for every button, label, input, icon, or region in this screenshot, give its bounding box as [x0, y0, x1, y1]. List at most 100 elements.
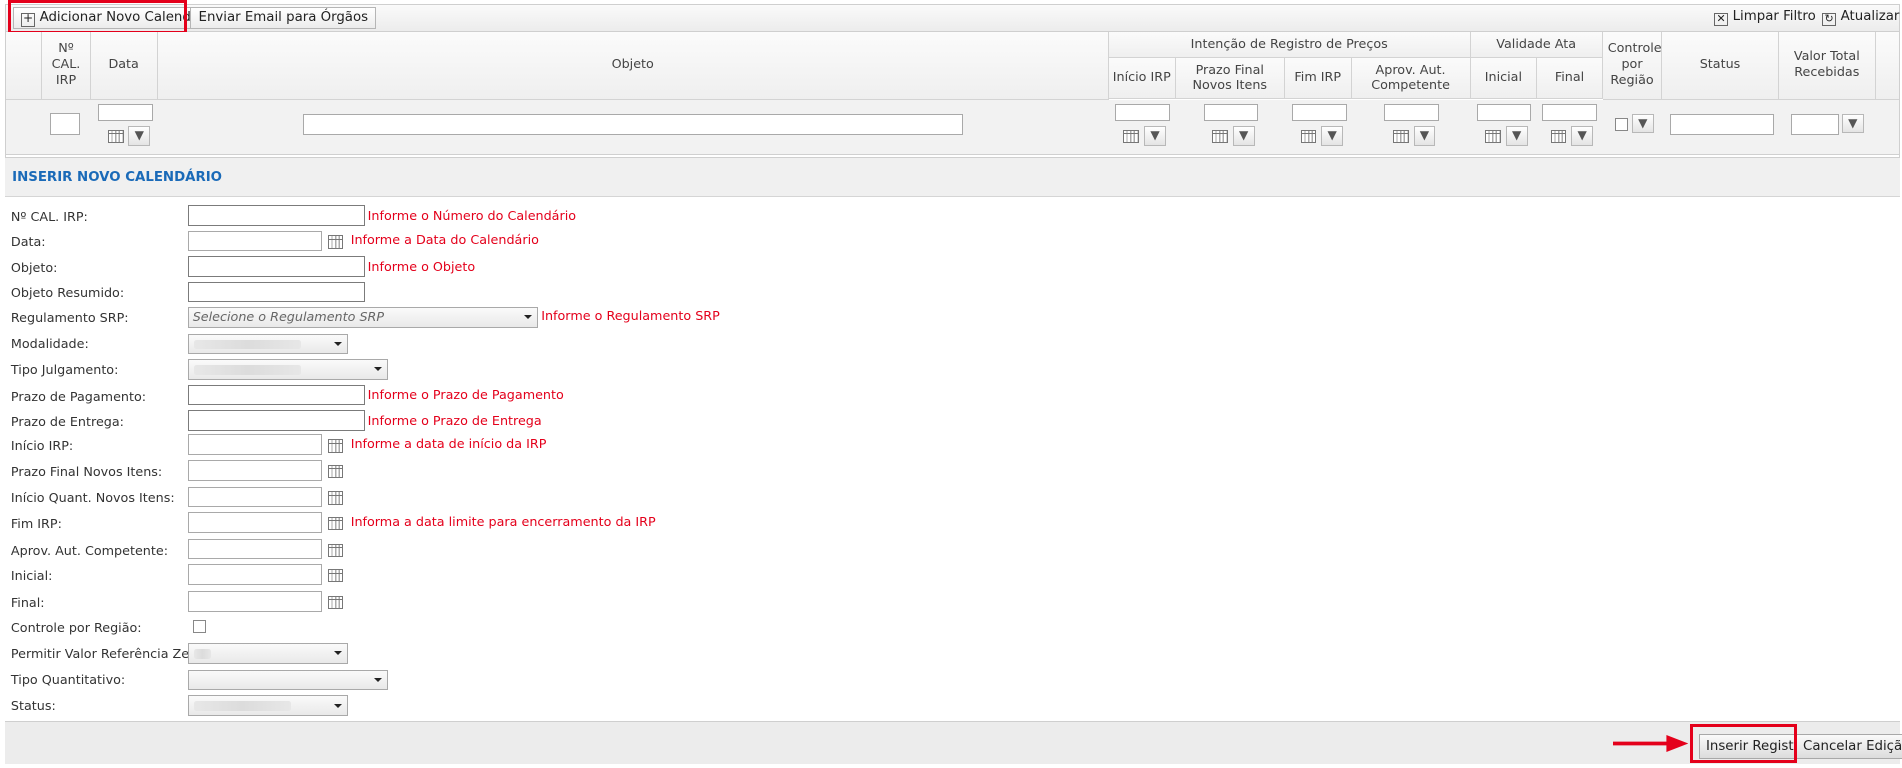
inicial-input[interactable]: [188, 564, 322, 585]
calendar-icon[interactable]: [327, 543, 344, 557]
num-cal-input[interactable]: [188, 205, 366, 226]
label-prazo-entrega: Prazo de Entrega:: [10, 415, 124, 430]
calendar-icon[interactable]: [107, 129, 124, 144]
filter-icon[interactable]: ▼: [1144, 126, 1166, 146]
calendar-icon[interactable]: [1212, 129, 1228, 144]
filter-icon[interactable]: ▼: [1631, 114, 1654, 134]
filter-icon[interactable]: ▼: [1321, 126, 1344, 146]
filter-icon[interactable]: ▼: [1232, 126, 1255, 146]
filter-data-input[interactable]: [98, 104, 153, 122]
chevron-down-icon: [374, 678, 383, 683]
col-header-objeto[interactable]: Objeto: [157, 31, 1109, 100]
col-header-fim-irp[interactable]: Fim IRP: [1284, 58, 1352, 100]
permitir-select[interactable]: [188, 643, 349, 664]
label-inicio-quant: Início Quant. Novos Itens:: [10, 491, 175, 507]
filter-controle-checkbox[interactable]: [1614, 117, 1629, 132]
refresh-button[interactable]: ↻ Atualizar: [1822, 9, 1899, 27]
tipo-julgamento-select[interactable]: [188, 359, 389, 380]
section-header: INSERIR NOVO CALENDÁRIO: [4, 157, 1901, 197]
fim-irp-input[interactable]: [188, 512, 322, 533]
col-header-controle[interactable]: Controle por Região: [1602, 31, 1663, 100]
filter-prazo-final-input[interactable]: [1203, 104, 1259, 122]
redacted-value: [193, 701, 291, 711]
objeto-resumido-input[interactable]: [188, 281, 366, 303]
filter-icon[interactable]: ▼: [128, 126, 151, 146]
filter-num-input[interactable]: [49, 112, 80, 135]
label-regulamento: Regulamento SRP:: [10, 310, 129, 326]
filter-fim-irp-input[interactable]: [1292, 104, 1347, 122]
section-title: INSERIR NOVO CALENDÁRIO: [12, 169, 223, 185]
objeto-input[interactable]: [188, 256, 366, 277]
calendar-icon[interactable]: [1485, 129, 1501, 144]
col-header-inicio-irp[interactable]: Início IRP: [1108, 58, 1176, 100]
redacted-value: [193, 339, 301, 350]
filter-icon[interactable]: ▼: [1505, 126, 1528, 146]
prazo-pagamento-error: Informe o Prazo de Pagamento: [367, 388, 564, 404]
data-error: Informe a Data do Calendário: [350, 232, 539, 248]
calendar-form: Nº CAL. IRP: Informe o Número do Calendá…: [4, 196, 1901, 721]
prazo-final-input[interactable]: [188, 459, 322, 481]
calendar-icon[interactable]: [327, 464, 344, 479]
data-input[interactable]: [188, 230, 322, 252]
col-group-validade: Validade Ata: [1470, 31, 1603, 59]
filter-status-input[interactable]: [1669, 114, 1774, 135]
filter-inicial-input[interactable]: [1476, 104, 1532, 122]
col-header-final[interactable]: Final: [1537, 58, 1603, 100]
objeto-error: Informe o Objeto: [367, 259, 476, 275]
redacted-value: [193, 365, 301, 375]
tipo-quant-select[interactable]: [188, 669, 389, 691]
send-email-button[interactable]: Enviar Email para Órgãos: [190, 7, 377, 29]
label-controle: Controle por Região:: [10, 621, 142, 637]
col-header-valor-total[interactable]: Valor Total Recebidas: [1778, 31, 1876, 100]
redacted-value: [193, 648, 211, 659]
modalidade-select[interactable]: [188, 333, 349, 355]
highlight-box: [8, 0, 187, 34]
calendar-icon[interactable]: [327, 439, 344, 453]
label-prazo-pagamento: Prazo de Pagamento:: [10, 389, 147, 405]
calendar-icon[interactable]: [327, 235, 344, 249]
label-objeto-resumido: Objeto Resumido:: [10, 286, 125, 302]
chevron-down-icon: [334, 651, 343, 656]
inicio-quant-input[interactable]: [188, 486, 322, 508]
filter-objeto-input[interactable]: [303, 114, 964, 135]
cancel-edit-button[interactable]: Cancelar Edição: [1795, 733, 1902, 760]
form-footer: Inserir Registro Cancelar Edição: [4, 720, 1902, 765]
filter-row: ▼ ▼ ▼ ▼ ▼ ▼ ▼ ▼ ▼: [5, 99, 1899, 156]
filter-icon[interactable]: ▼: [1571, 126, 1594, 146]
calendar-icon[interactable]: [327, 595, 344, 610]
final-input[interactable]: [188, 590, 322, 612]
calendar-icon[interactable]: [327, 491, 344, 505]
calendar-icon[interactable]: [1300, 129, 1317, 144]
regulamento-select[interactable]: Selecione o Regulamento SRP: [188, 307, 538, 328]
status-select[interactable]: [188, 695, 349, 716]
chevron-down-icon: [334, 703, 343, 708]
col-header-data[interactable]: Data: [90, 31, 158, 100]
calendar-icon[interactable]: [327, 569, 344, 583]
col-header-status[interactable]: Status: [1662, 31, 1779, 100]
filter-icon[interactable]: ▼: [1413, 126, 1436, 146]
calendar-icon[interactable]: [1550, 129, 1567, 144]
page: + Adicionar Novo Calendário Enviar Email …: [0, 0, 1902, 768]
col-header-prazo-final[interactable]: Prazo Final Novos Itens: [1175, 58, 1285, 100]
col-header-inicial[interactable]: Inicial: [1470, 58, 1538, 100]
prazo-entrega-input[interactable]: [188, 410, 366, 431]
calendar-icon[interactable]: [1123, 129, 1140, 144]
calendar-icon[interactable]: [1392, 129, 1409, 144]
inicio-irp-input[interactable]: [188, 434, 322, 456]
prazo-pagamento-input[interactable]: [188, 384, 366, 406]
filter-aprov-input[interactable]: [1384, 104, 1439, 122]
filter-inicio-irp-input[interactable]: [1114, 104, 1170, 122]
filter-icon[interactable]: ▼: [1841, 114, 1864, 134]
col-header-aprov[interactable]: Aprov. Aut. Competente: [1351, 58, 1471, 100]
chevron-down-icon: [334, 341, 343, 347]
calendar-icon[interactable]: [327, 516, 344, 531]
clear-filter-button[interactable]: ✕ Limpar Filtro: [1714, 9, 1816, 27]
aprov-input[interactable]: [188, 538, 322, 560]
calendar-grid: Nº CAL. IRP Data Objeto Intenção de Regi…: [4, 31, 1901, 158]
col-header-num[interactable]: Nº CAL. IRP: [42, 31, 91, 100]
filter-valor-input[interactable]: [1790, 114, 1840, 135]
label-status: Status:: [10, 698, 56, 714]
label-tipo-julgamento: Tipo Julgamento:: [10, 362, 119, 378]
controle-checkbox[interactable]: [192, 620, 207, 634]
filter-final-input[interactable]: [1542, 104, 1597, 122]
